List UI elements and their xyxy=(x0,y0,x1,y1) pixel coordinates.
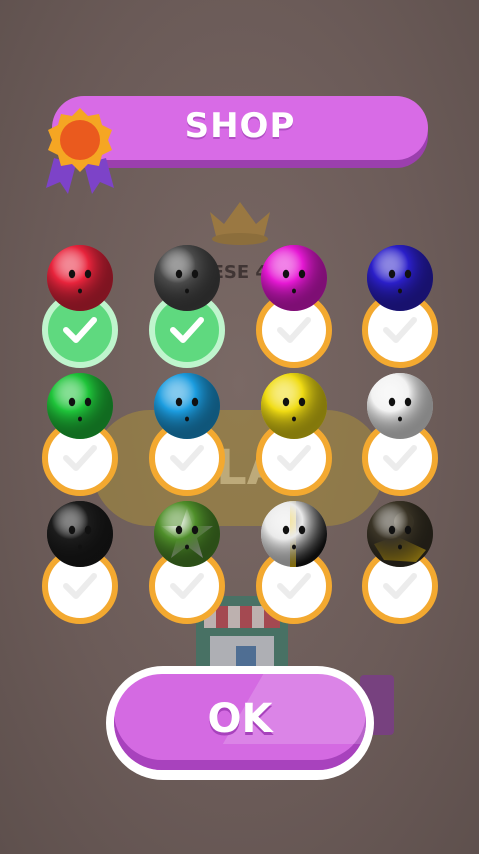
ball-item-red[interactable] xyxy=(42,244,118,368)
ball-red-icon xyxy=(47,245,113,311)
checkmark-icon xyxy=(383,317,417,343)
ball-white-icon xyxy=(367,373,433,439)
ball-gray-icon xyxy=(154,245,220,311)
ball-green-star-icon xyxy=(154,501,220,567)
ball-item-magenta[interactable] xyxy=(256,244,332,368)
checkmark-icon xyxy=(63,317,97,343)
ball-item-yellow[interactable] xyxy=(256,372,332,496)
crown-icon xyxy=(210,202,270,245)
ball-item-black[interactable] xyxy=(42,500,118,624)
ball-camo-yellow-icon xyxy=(367,501,433,567)
checkmark-icon xyxy=(63,573,97,599)
checkmark-icon xyxy=(277,573,311,599)
checkmark-icon xyxy=(170,445,204,471)
checkmark-icon xyxy=(170,573,204,599)
ball-green-icon xyxy=(47,373,113,439)
award-badge-icon xyxy=(46,108,114,194)
ball-black-icon xyxy=(47,501,113,567)
ball-item-cyan[interactable] xyxy=(149,372,225,496)
ball-item-blue[interactable] xyxy=(362,244,438,368)
checkmark-icon xyxy=(383,445,417,471)
checkmark-icon xyxy=(63,445,97,471)
checkmark-icon xyxy=(277,317,311,343)
ball-item-camo-yellow[interactable] xyxy=(362,500,438,624)
ball-item-green[interactable] xyxy=(42,372,118,496)
ball-item-white-black-yellow[interactable] xyxy=(256,500,332,624)
ball-item-green-star[interactable] xyxy=(149,500,225,624)
checkmark-icon xyxy=(277,445,311,471)
ok-button-label: OK xyxy=(207,696,273,742)
ball-cyan-icon xyxy=(154,373,220,439)
ball-white-black-yellow-icon xyxy=(261,501,327,567)
ball-item-gray[interactable] xyxy=(149,244,225,368)
ok-button[interactable]: OK xyxy=(114,674,366,770)
ball-yellow-icon xyxy=(261,373,327,439)
checkmark-icon xyxy=(383,573,417,599)
checkmark-icon xyxy=(170,317,204,343)
ball-magenta-icon xyxy=(261,245,327,311)
ball-blue-icon xyxy=(367,245,433,311)
ball-item-white[interactable] xyxy=(362,372,438,496)
